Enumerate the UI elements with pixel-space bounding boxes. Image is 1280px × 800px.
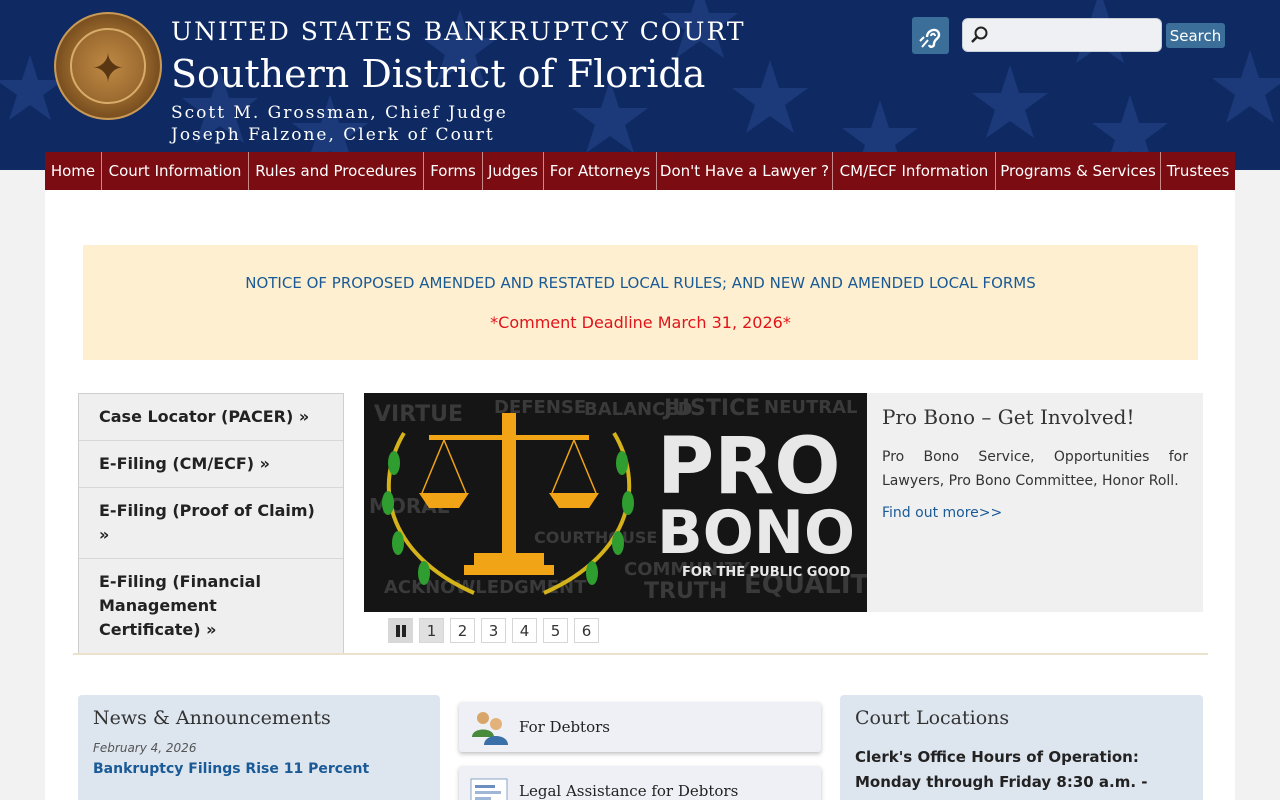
- quick-link-e-filing-proof-of-claim[interactable]: E-Filing (Proof of Claim) »: [79, 488, 343, 559]
- legal-assistance-label: Legal Assistance for Debtors: [519, 782, 739, 800]
- nav-home[interactable]: Home: [45, 152, 102, 190]
- slide-title[interactable]: Pro Bono – Get Involved!: [882, 405, 1188, 429]
- slideshow-pager: 1 2 3 4 5 6: [388, 618, 599, 643]
- nav-programs-and-services[interactable]: Programs & Services: [996, 152, 1161, 190]
- svg-text:JUSTICE: JUSTICE: [662, 396, 760, 421]
- district-name[interactable]: Southern District of Florida: [171, 52, 705, 96]
- court-seal-logo[interactable]: ✦: [54, 12, 162, 120]
- hearing-assist-icon: [918, 28, 940, 48]
- chief-judge: Scott M. Grossman, Chief Judge: [171, 103, 508, 123]
- quick-link-e-filing-cm-ecf[interactable]: E-Filing (CM/ECF) »: [79, 441, 343, 488]
- nav-court-information[interactable]: Court Information: [102, 152, 249, 190]
- quick-link-case-locator[interactable]: Case Locator (PACER) »: [79, 394, 343, 441]
- svg-text:NEUTRAL: NEUTRAL: [764, 397, 858, 418]
- public-good-text: FOR THE PUBLIC GOOD: [682, 565, 851, 580]
- pager-page-3[interactable]: 3: [481, 618, 506, 643]
- site-header: ✦ UNITED STATES BANKRUPTCY COURT Souther…: [0, 0, 1280, 170]
- notice-title-link[interactable]: NOTICE OF PROPOSED AMENDED AND RESTATED …: [83, 274, 1198, 292]
- for-debtors-label: For Debtors: [519, 718, 610, 736]
- seal-inner: ✦: [70, 28, 146, 104]
- pro-bono-graphic: VIRTUE DEFENSE BALANCED JUSTICE NEUTRAL …: [364, 393, 867, 612]
- slide-description: Pro Bono Service, Opportunities for Lawy…: [882, 449, 1188, 489]
- nav-for-attorneys[interactable]: For Attorneys: [544, 152, 657, 190]
- nav-judges[interactable]: Judges: [483, 152, 544, 190]
- legal-assistance-card[interactable]: Legal Assistance for Debtors: [459, 766, 821, 800]
- pager-page-1[interactable]: 1: [419, 618, 444, 643]
- nav-forms[interactable]: Forms: [424, 152, 483, 190]
- nav-rules-and-procedures[interactable]: Rules and Procedures: [249, 152, 424, 190]
- svg-text:COURTHOUSE: COURTHOUSE: [534, 528, 657, 547]
- pager-page-2[interactable]: 2: [450, 618, 475, 643]
- svg-text:TRUTH: TRUTH: [644, 579, 727, 604]
- pager-page-6[interactable]: 6: [574, 618, 599, 643]
- pause-icon: [395, 624, 406, 637]
- news-headline-link[interactable]: Bankruptcy Filings Rise 11 Percent: [93, 761, 425, 777]
- pager-page-4[interactable]: 4: [512, 618, 537, 643]
- slideshow-image[interactable]: VIRTUE DEFENSE BALANCED JUSTICE NEUTRAL …: [364, 393, 867, 612]
- news-date: February 4, 2026: [93, 741, 197, 755]
- bono-text: BONO: [657, 498, 855, 568]
- slide-find-out-more-link[interactable]: Find out more>>: [882, 505, 1002, 521]
- slideshow-caption: Pro Bono – Get Involved! Pro Bono Servic…: [867, 393, 1203, 612]
- search-icon: [971, 26, 988, 43]
- nav-trustees[interactable]: Trustees: [1161, 152, 1235, 190]
- section-divider: [73, 653, 1208, 655]
- for-debtors-card[interactable]: For Debtors: [459, 702, 821, 752]
- hearing-assist-button[interactable]: [912, 17, 949, 54]
- clerk-office-hours: Clerk's Office Hours of Operation: Monda…: [855, 748, 1148, 800]
- search-button[interactable]: Search: [1166, 23, 1225, 48]
- quick-links: Case Locator (PACER) » E-Filing (CM/ECF)…: [78, 393, 344, 654]
- nav-cm-ecf-information[interactable]: CM/ECF Information: [833, 152, 996, 190]
- notice-deadline: *Comment Deadline March 31, 2026*: [490, 313, 791, 332]
- pause-button[interactable]: [388, 618, 413, 643]
- locations-heading: Court Locations: [855, 707, 1010, 729]
- legal-doc-icon: [470, 778, 508, 800]
- pager-page-5[interactable]: 5: [543, 618, 568, 643]
- quick-link-e-filing-financial-management[interactable]: E-Filing (Financial Management Certifica…: [79, 559, 343, 653]
- court-name: UNITED STATES BANKRUPTCY COURT: [171, 17, 746, 46]
- main-nav: Home Court Information Rules and Procedu…: [45, 152, 1235, 190]
- search-input[interactable]: [962, 18, 1162, 52]
- notice-banner: NOTICE OF PROPOSED AMENDED AND RESTATED …: [83, 245, 1198, 360]
- news-heading: News & Announcements: [93, 707, 331, 729]
- eagle-icon: ✦: [91, 46, 125, 92]
- people-icon: [472, 712, 508, 745]
- nav-dont-have-a-lawyer[interactable]: Don't Have a Lawyer ?: [657, 152, 833, 190]
- court-locations: Court Locations Clerk's Office Hours of …: [840, 695, 1203, 800]
- news-announcements: News & Announcements February 4, 2026 Ba…: [78, 695, 440, 800]
- clerk-of-court: Joseph Falzone, Clerk of Court: [171, 125, 495, 145]
- svg-text:VIRTUE: VIRTUE: [374, 402, 463, 427]
